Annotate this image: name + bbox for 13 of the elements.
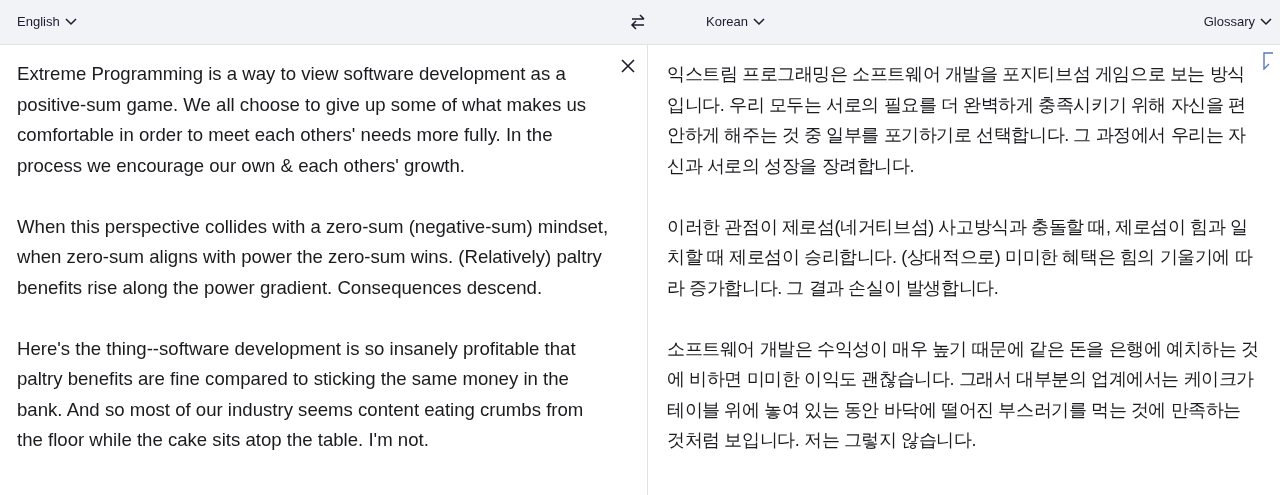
translated-paragraph: 소프트웨어 개발은 수익성이 매우 높기 때문에 같은 돈을 은행에 예치하는 것에 비하면 미미한 이익도 괜찮습니다. 그래서 대부분의 업계에서는 케이크가 테이블 위에 놓여 있는 동안 바닥에 떨어진 부스러기를 먹는 것에 만족하는 것처럼 보입니다. 저는 그렇지 않습니다. [667,337,1259,452]
glossary-dropdown[interactable]: Glossary [1203,12,1272,32]
chevron-down-icon [752,18,765,26]
chevron-down-icon [64,18,77,26]
chevron-down-icon [1260,18,1272,26]
source-paragraph: Here's the thing--software development is so insanely profitable that paltry benefits are fine compared to sticking the same money in the bank. And so most of our industry seems content eating crumbs from the floor while the cake sits atop the table. I'm not. [17,336,585,452]
source-paragraph: Extreme Programming is a way to view software development as a positive-sum game. We all choose to give up some of what makes us comfortable in order to meet each others' needs more fully. In the process we encourage our own & each others' growth. [17,62,588,178]
source-paragraph: When this perspective collides with a zero-sum (negative-sum) mindset, when zero-sum aligns with power the zero-sum wins. (Relatively) paltry benefits rise along the power gradient. Consequences descend. [17,214,610,300]
source-language-dropdown[interactable]: English [17,12,77,32]
translated-paragraph: 이러한 관점이 제로섬(네거티브섬) 사고방식과 충돌할 때, 제로섬이 힘과 일치할 때 제로섬이 승리합니다. (상대적으로) 미미한 혜택은 힘의 기울기에 따라 증가합니다. 그 결과 손실이 발생합니다. [667,215,1254,300]
target-language-dropdown[interactable]: Korean [706,12,765,32]
close-icon[interactable] [621,59,635,73]
translated-paragraph: 익스트림 프로그래밍은 소프트웨어 개발을 포지티브섬 게임으로 보는 방식입니다. 우리 모두는 서로의 필요를 더 완벽하게 충족시키기 위해 자신을 편안하게 해주는 것 중 일부를 포기하기로 선택합니다. 그 과정에서 우리는 자신과 서로의 성장을 장려합니다. [667,63,1247,178]
